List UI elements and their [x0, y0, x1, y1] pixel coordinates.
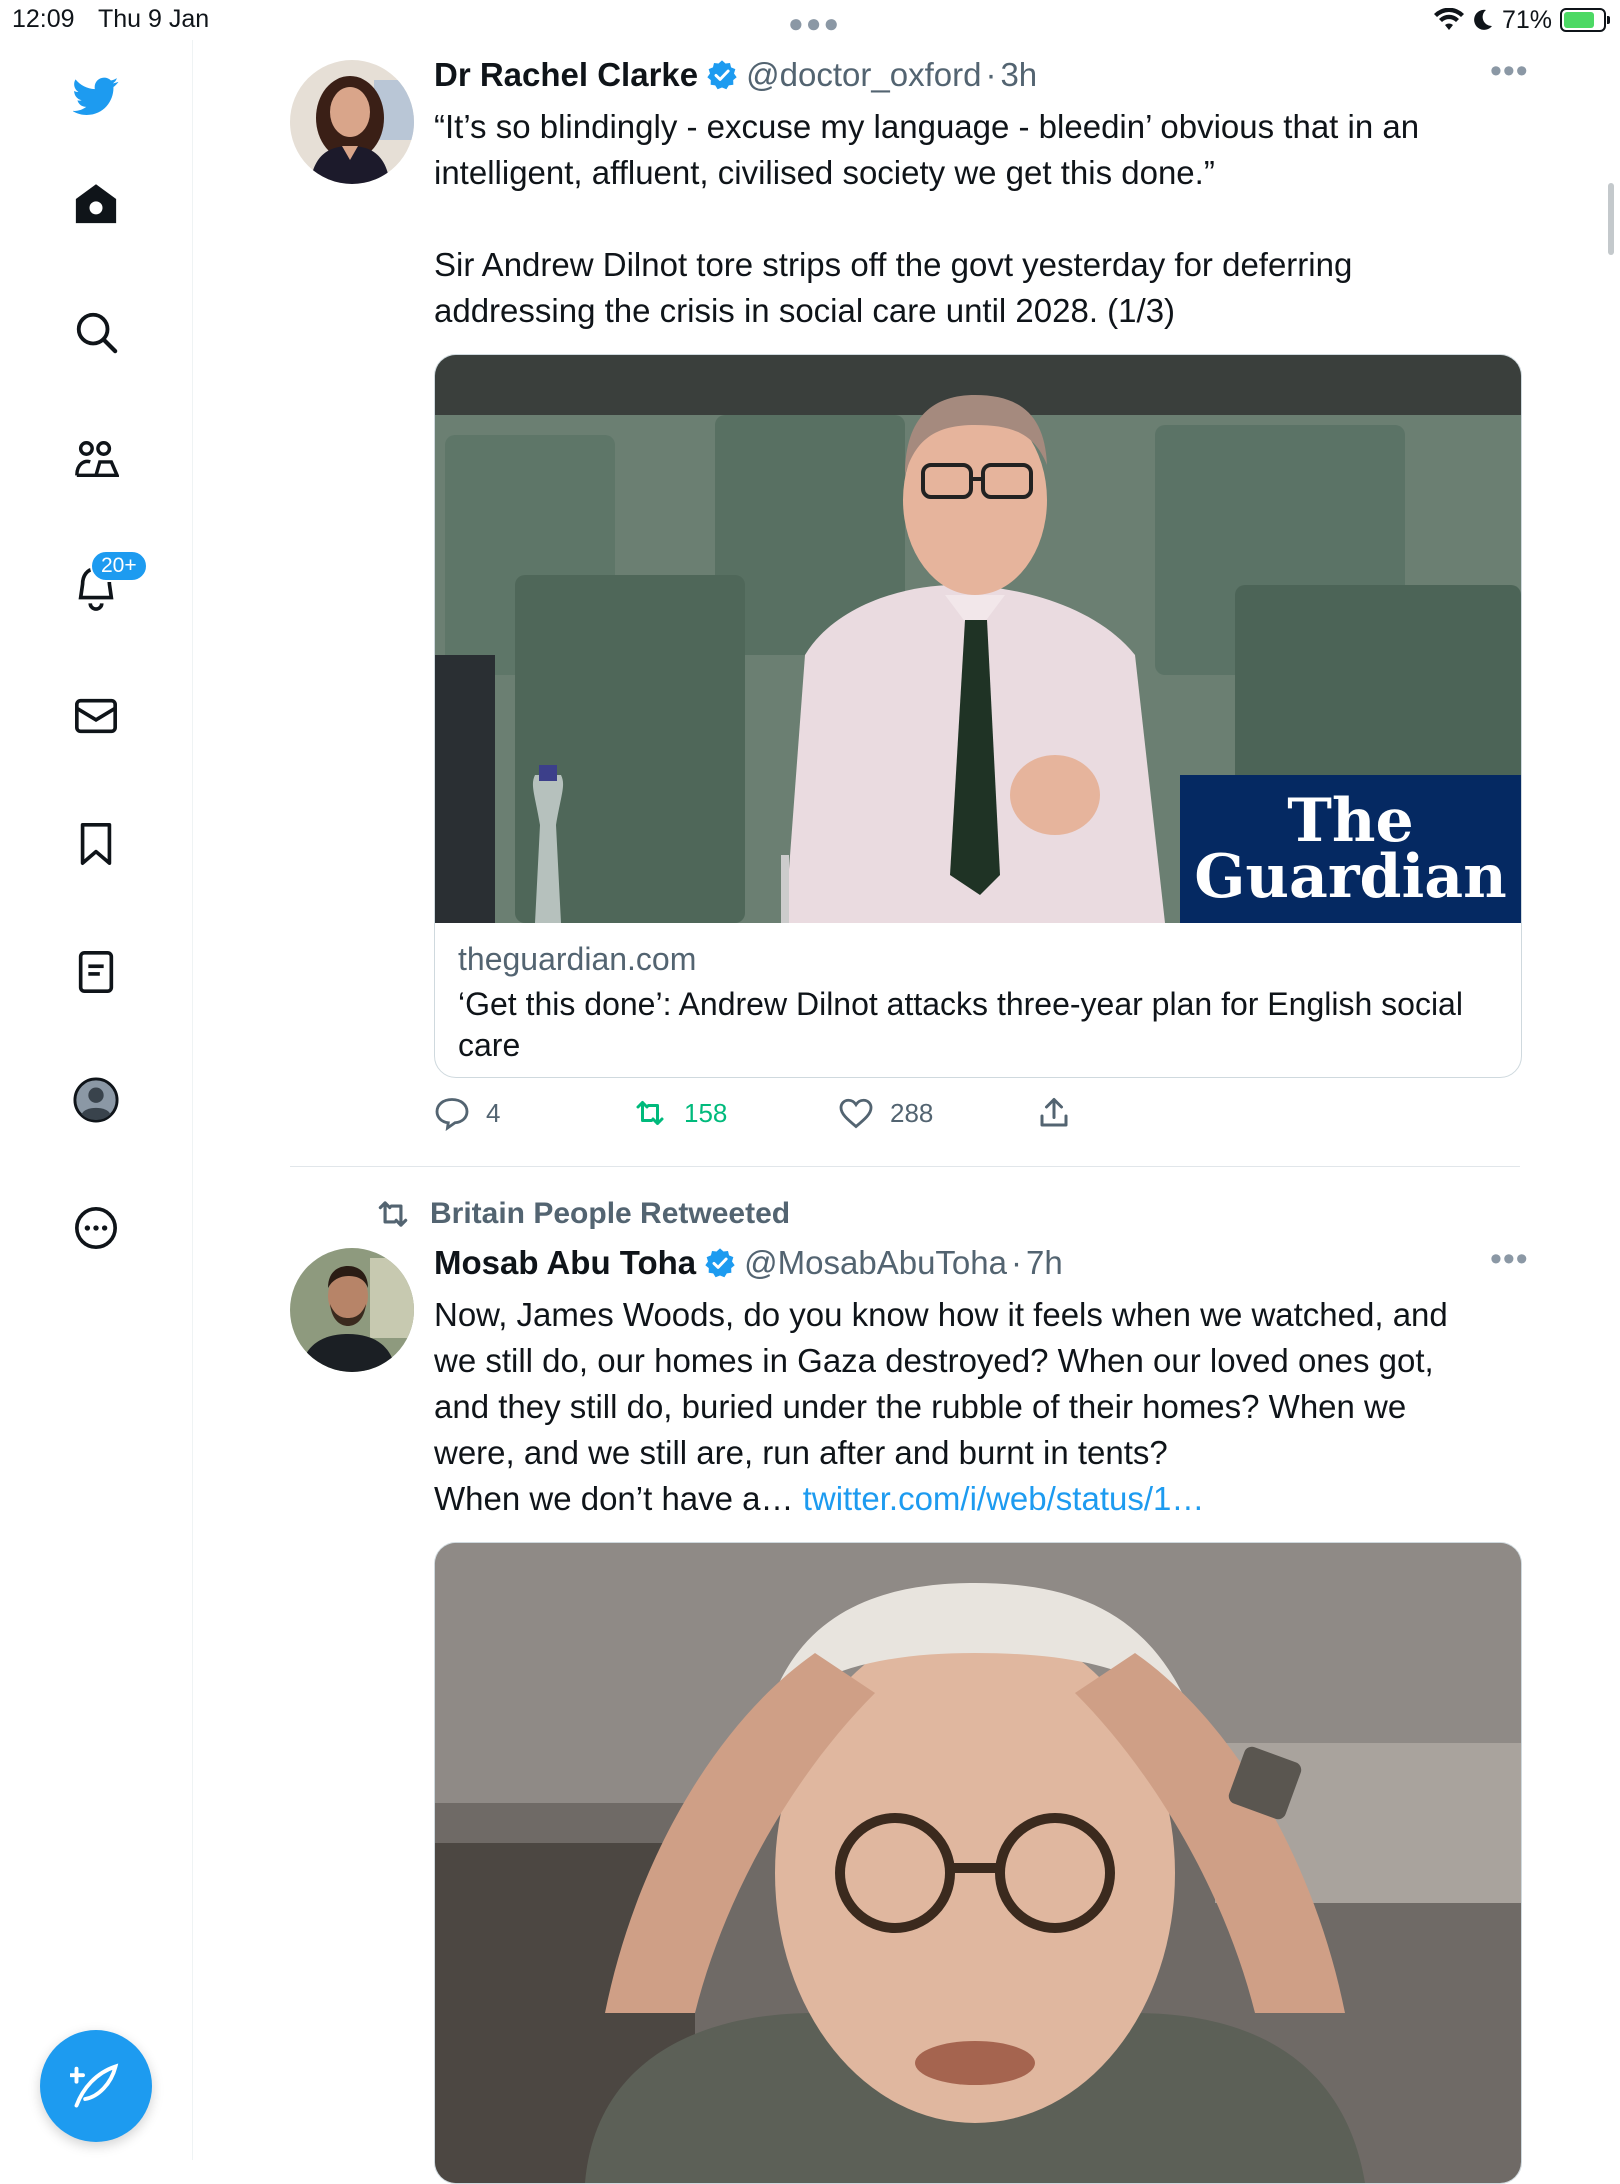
author-handle[interactable]: @MosabAbuToha — [744, 1244, 1007, 1282]
tweet-more-icon[interactable]: ••• — [1490, 52, 1529, 91]
scrollbar[interactable] — [1608, 183, 1614, 255]
reply-icon — [435, 1098, 469, 1131]
notifications-icon[interactable]: 20+ — [64, 550, 148, 620]
multitasking-dots-icon[interactable]: ●●● — [788, 8, 841, 39]
tweet-header: Mosab Abu Toha @MosabAbuToha · 7h — [434, 1244, 1063, 1282]
retweet-icon — [378, 1201, 408, 1227]
tweet-time[interactable]: 3h — [1000, 56, 1037, 94]
verified-badge-icon — [705, 1248, 735, 1278]
tweet-text-line: and they still do, buried under the rubb… — [434, 1388, 1407, 1425]
share-icon — [1040, 1098, 1068, 1127]
tweet-text-line: When we don’t have a… twitter.com/i/web/… — [434, 1476, 1524, 1522]
sidebar: 20+ — [0, 40, 193, 2160]
tweet-time[interactable]: 7h — [1026, 1244, 1063, 1282]
wifi-icon — [1433, 8, 1464, 30]
moon-icon — [1474, 9, 1492, 30]
status-bar: 12:09 Thu 9 Jan ●●● 71% — [0, 0, 1620, 40]
card-domain: theguardian.com — [458, 941, 697, 977]
notifications-badge: 20+ — [90, 550, 148, 582]
guardian-logo-line1: The — [1287, 786, 1414, 856]
author-name[interactable]: Dr Rachel Clarke — [434, 56, 698, 94]
tweet-text-line: “It’s so blindingly - excuse my language… — [434, 108, 1420, 145]
link-card[interactable]: The Guardian theguardian.com ‘Get this d… — [434, 354, 1522, 1078]
avatar[interactable] — [290, 1248, 414, 1372]
more-icon[interactable] — [64, 1196, 128, 1260]
like-button[interactable]: 288 — [838, 1095, 933, 1131]
twitter-logo-icon[interactable] — [64, 64, 128, 128]
profile-icon[interactable] — [64, 1068, 128, 1132]
avatar[interactable] — [290, 60, 414, 184]
tweet-divider — [290, 1166, 1520, 1167]
tweet-text: “It’s so blindingly - excuse my language… — [434, 104, 1524, 334]
card-title: ‘Get this done’: Andrew Dilnot attacks t… — [458, 986, 1463, 1063]
lists-icon[interactable] — [64, 940, 128, 1004]
tweet-text-line: intelligent, affluent, civilised society… — [434, 154, 1215, 191]
home-icon[interactable] — [64, 172, 128, 236]
messages-icon[interactable] — [64, 684, 128, 748]
card-body: theguardian.com ‘Get this done’: Andrew … — [435, 923, 1521, 1066]
card-image: The Guardian — [435, 355, 1521, 923]
like-count: 288 — [890, 1097, 934, 1128]
battery-percent: 71% — [1501, 5, 1552, 34]
tweet-text-line — [434, 196, 1524, 242]
tweet-text-last: When we don’t have a… — [434, 1480, 803, 1517]
share-button[interactable] — [1036, 1095, 1072, 1131]
retweet-count: 158 — [684, 1097, 728, 1128]
search-icon[interactable] — [64, 300, 128, 364]
battery-icon — [1560, 8, 1610, 32]
guardian-logo: The Guardian — [1180, 775, 1521, 923]
like-icon — [839, 1098, 873, 1129]
tweet-more-icon[interactable]: ••• — [1490, 1240, 1529, 1279]
tweet-text-line: Sir Andrew Dilnot tore strips off the go… — [434, 246, 1353, 283]
tweet-text: Now, James Woods, do you know how it fee… — [434, 1292, 1524, 1522]
tweet-media[interactable] — [434, 1542, 1522, 2184]
reply-button[interactable]: 4 — [434, 1095, 500, 1131]
retweeted-by[interactable]: Britain People Retweeted — [374, 1195, 790, 1233]
tweet-header: Dr Rachel Clarke @doctor_oxford · 3h — [434, 56, 1037, 94]
retweeted-by-label: Britain People Retweeted — [430, 1197, 791, 1230]
compose-tweet-button[interactable] — [40, 2030, 152, 2142]
status-right: 71% — [1433, 4, 1610, 36]
retweet-icon — [636, 1101, 664, 1125]
bookmarks-icon[interactable] — [64, 812, 128, 876]
status-date: Thu 9 Jan — [98, 5, 210, 33]
status-time: 12:09 — [12, 5, 75, 33]
tweet-text-line: Now, James Woods, do you know how it fee… — [434, 1296, 1448, 1333]
tweet-actions: 4 158 288 — [434, 1095, 1134, 1141]
author-name[interactable]: Mosab Abu Toha — [434, 1244, 696, 1282]
header-separator: · — [1010, 1244, 1022, 1281]
header-separator: · — [985, 56, 997, 93]
tweet-text-line: were, and we still are, run after and bu… — [434, 1434, 1168, 1471]
reply-count: 4 — [486, 1097, 501, 1128]
tweet-text-line: we still do, our homes in Gaza destroyed… — [434, 1342, 1434, 1379]
tweet-link[interactable]: twitter.com/i/web/status/1… — [803, 1480, 1205, 1517]
compose-tweet-icon — [70, 2063, 119, 2108]
communities-icon[interactable] — [64, 428, 128, 492]
guardian-logo-line2: Guardian — [1194, 842, 1507, 912]
tweet-text-line: addressing the crisis in social care unt… — [434, 292, 1176, 329]
author-handle[interactable]: @doctor_oxford — [746, 56, 981, 94]
verified-badge-icon — [707, 60, 737, 90]
retweet-button[interactable]: 158 — [632, 1095, 727, 1131]
